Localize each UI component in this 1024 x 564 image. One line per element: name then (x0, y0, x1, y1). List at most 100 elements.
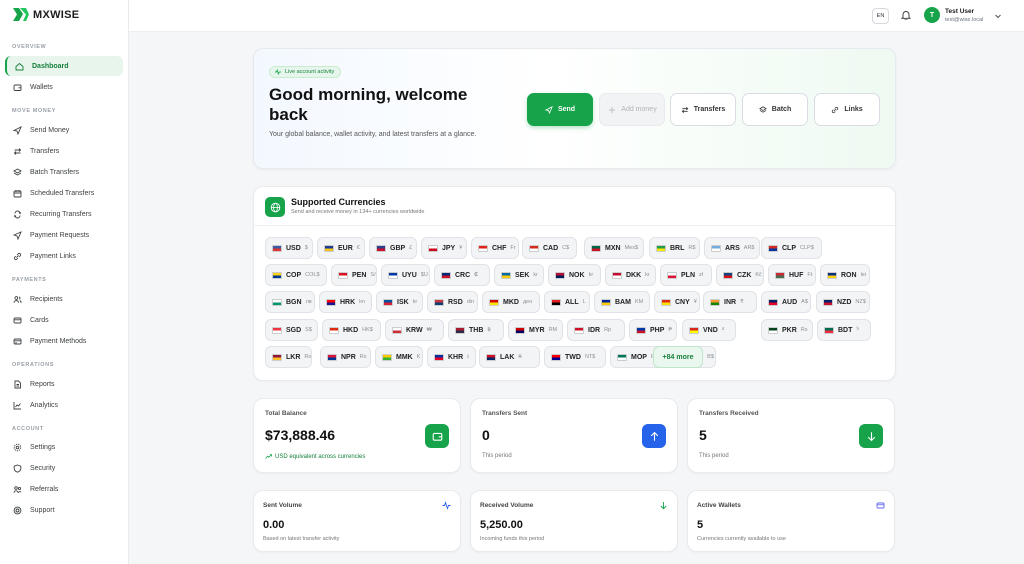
sidebar-item-recurring-transfers[interactable]: Recurring Transfers (5, 204, 123, 224)
currency-chip-pln[interactable]: PLN zł (660, 264, 712, 286)
currency-chip-bam[interactable]: BAM KM (594, 291, 650, 313)
batch-button[interactable]: Batch (742, 93, 808, 126)
transfers-button[interactable]: Transfers (670, 93, 736, 126)
sidebar-item-send-money[interactable]: Send Money (5, 120, 123, 140)
bell-icon[interactable] (901, 10, 911, 20)
currency-chip-lak[interactable]: LAK ₭ (479, 346, 540, 368)
currency-chip-pen[interactable]: PEN S/ (331, 264, 377, 286)
sidebar-item-settings[interactable]: Settings (5, 437, 123, 457)
sidebar-item-support[interactable]: Support (5, 500, 123, 520)
currency-chip-bgn[interactable]: BGN лв (265, 291, 315, 313)
currency-chip-uyu[interactable]: UYU $U (381, 264, 430, 286)
add-money-button[interactable]: Add money (599, 93, 665, 126)
sidebar-item-label: Cards (30, 316, 49, 324)
currency-symbol: R$ (688, 245, 696, 251)
sidebar-item-payment-requests[interactable]: Payment Requests (5, 225, 123, 245)
flag-icon (612, 271, 622, 279)
sidebar-item-dashboard[interactable]: Dashboard (5, 56, 123, 76)
flag-icon (434, 298, 444, 306)
currency-chip-isk[interactable]: ISK kr (376, 291, 423, 313)
currency-code: ISK (397, 298, 409, 306)
sidebar-item-payment-methods[interactable]: Payment Methods (5, 331, 123, 351)
currency-chip-mkd[interactable]: MKD ден (482, 291, 540, 313)
currency-chip-huf[interactable]: HUF Ft (768, 264, 816, 286)
currency-chip-vnd[interactable]: VND ₫ (682, 319, 736, 341)
currency-code: PKR (782, 326, 797, 334)
currency-chip-twd[interactable]: TWD NT$ (544, 346, 606, 368)
currency-chip-inr[interactable]: INR ₹ (703, 291, 757, 313)
flag-icon (272, 353, 282, 361)
sidebar-item-cards[interactable]: Cards (5, 310, 123, 330)
currency-chip-khr[interactable]: KHR ៛ (427, 346, 476, 368)
currency-chip-sek[interactable]: SEK kr (494, 264, 544, 286)
sidebar-item-batch-transfers[interactable]: Batch Transfers (5, 162, 123, 182)
currency-chip-bdt[interactable]: BDT ৳ (817, 319, 871, 341)
currency-chip-thb[interactable]: THB ฿ (448, 319, 504, 341)
sidebar-section-title: MOVE MONEY (12, 108, 56, 114)
page-title: Good morning, welcome back (269, 85, 468, 124)
sidebar-item-label: Payment Requests (30, 231, 90, 239)
sidebar-item-scheduled-transfers[interactable]: Scheduled Transfers (5, 183, 123, 203)
flag-icon (434, 353, 444, 361)
logo[interactable]: MXWISE (13, 8, 79, 21)
currency-chip-hkd[interactable]: HKD HK$ (322, 319, 381, 341)
sidebar-item-analytics[interactable]: Analytics (5, 395, 123, 415)
currency-chip-clp[interactable]: CLP CLP$ (761, 237, 822, 259)
sidebar-item-transfers[interactable]: Transfers (5, 141, 123, 161)
currency-chip-jpy[interactable]: JPY ¥ (421, 237, 467, 259)
currency-chip-mxn[interactable]: MXN Mex$ (584, 237, 644, 259)
currency-chip-krw[interactable]: KRW ₩ (385, 319, 444, 341)
currency-chip-hrk[interactable]: HRK kn (319, 291, 372, 313)
currency-chip-nzd[interactable]: NZD NZ$ (816, 291, 870, 313)
currency-chip-idr[interactable]: IDR Rp (567, 319, 625, 341)
currency-chip-lkr[interactable]: LKR Rs (265, 346, 312, 368)
currency-chip-czk[interactable]: CZK Kč (716, 264, 764, 286)
currency-chip-rsd[interactable]: RSD din (427, 291, 478, 313)
currency-chip-mmk[interactable]: MMK K (375, 346, 423, 368)
currency-code: USD (286, 244, 301, 252)
sidebar-item-reports[interactable]: Reports (5, 374, 123, 394)
avatar[interactable]: T (924, 7, 940, 23)
sidebar-item-payment-links[interactable]: Payment Links (5, 246, 123, 266)
sidebar-item-recipients[interactable]: Recipients (5, 289, 123, 309)
button-label: Batch (771, 106, 792, 113)
language-switch[interactable]: EN (872, 8, 889, 24)
page-subtitle: Your global balance, wallet activity, an… (269, 131, 477, 138)
currency-chip-ars[interactable]: ARS AR$ (704, 237, 760, 259)
currency-chip-cad[interactable]: CAD C$ (522, 237, 577, 259)
currency-chip-cny[interactable]: CNY ¥ (654, 291, 700, 313)
flag-icon (555, 271, 565, 279)
user-name: Test User (945, 8, 975, 15)
links-button[interactable]: Links (814, 93, 880, 126)
flag-icon (823, 298, 833, 306)
chevron-down-icon[interactable] (994, 12, 1002, 20)
currency-chip-crc[interactable]: CRC ₡ (434, 264, 490, 286)
sidebar-item-security[interactable]: Security (5, 458, 123, 478)
currency-chip-myr[interactable]: MYR RM (508, 319, 563, 341)
sidebar-item-referrals[interactable]: Referrals (5, 479, 123, 499)
currency-symbol: CLP$ (800, 245, 814, 251)
stat-card-transfers-received: Transfers Received 5 This period (687, 398, 895, 473)
currency-chip-aud[interactable]: AUD A$ (761, 291, 811, 313)
currency-chip-all[interactable]: ALL L (544, 291, 590, 313)
sidebar-item-wallets[interactable]: Wallets (5, 77, 123, 97)
currency-chip-pkr[interactable]: PKR Rs (761, 319, 813, 341)
currency-chip-ron[interactable]: RON lei (820, 264, 870, 286)
currency-chip-eur[interactable]: EUR € (317, 237, 365, 259)
currency-chip-nok[interactable]: NOK kr (548, 264, 601, 286)
shield-icon (13, 464, 22, 473)
more-currencies-button[interactable]: +84 more (653, 346, 703, 368)
currency-chip-gbp[interactable]: GBP £ (369, 237, 417, 259)
currency-chip-npr[interactable]: NPR Rs (320, 346, 371, 368)
send-button[interactable]: Send (527, 93, 593, 126)
currency-chip-usd[interactable]: USD $ (265, 237, 313, 259)
currency-code: VND (703, 326, 718, 334)
currency-chip-php[interactable]: PHP ₱ (629, 319, 677, 341)
currency-chip-brl[interactable]: BRL R$ (649, 237, 700, 259)
currency-chip-cop[interactable]: COP COL$ (265, 264, 327, 286)
currency-chip-dkk[interactable]: DKK kr (605, 264, 656, 286)
flag-icon (326, 298, 336, 306)
currency-symbol: B$ (707, 354, 714, 360)
currency-chip-sgd[interactable]: SGD S$ (265, 319, 318, 341)
currency-chip-chf[interactable]: CHF Fr (471, 237, 519, 259)
